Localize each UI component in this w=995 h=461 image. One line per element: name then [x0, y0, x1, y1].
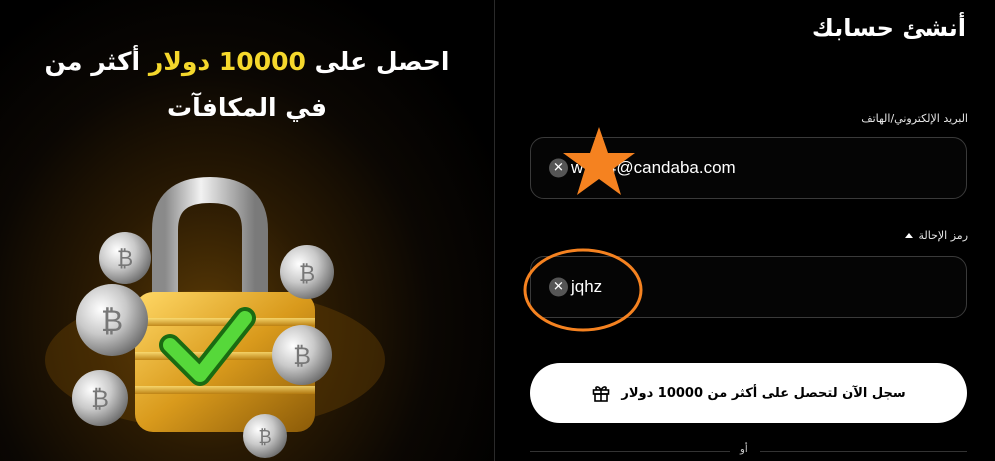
bitcoin-coin: ₿	[272, 325, 332, 385]
padlock-illustration: ₿ ₿ ₿ ₿ ₿ ₿	[45, 176, 385, 458]
email-field[interactable]: ✕ w 424@candaba.com	[530, 137, 967, 199]
bitcoin-coin: ₿	[72, 370, 128, 426]
bitcoin-coin: ₿	[99, 232, 151, 284]
referral-toggle[interactable]: رمز الإحالة	[904, 229, 969, 242]
divider-line-right	[760, 451, 967, 452]
referral-code-field[interactable]: ✕ jqhz	[530, 256, 967, 318]
signup-button[interactable]: سجل الآن لتحصل على أكثر من 10000 دولار	[530, 363, 967, 423]
bitcoin-coin: ₿	[280, 245, 334, 299]
signup-button-label: سجل الآن لتحصل على أكثر من 10000 دولار	[621, 385, 906, 401]
caret-up-icon	[904, 233, 913, 238]
svg-text:₿: ₿	[299, 262, 315, 287]
referral-label: رمز الإحالة	[918, 229, 969, 242]
or-separator: أو	[740, 444, 748, 455]
bitcoin-coin: ₿	[76, 284, 148, 356]
svg-text:₿: ₿	[117, 247, 133, 272]
gift-icon	[593, 386, 610, 402]
svg-text:₿: ₿	[91, 385, 109, 413]
panel-divider	[494, 0, 495, 461]
svg-text:₿: ₿	[101, 304, 123, 339]
close-icon[interactable]: ✕	[549, 277, 568, 297]
svg-text:₿: ₿	[258, 427, 271, 448]
bitcoin-coin: ₿	[243, 414, 287, 458]
close-icon[interactable]: ✕	[549, 158, 568, 178]
svg-text:₿: ₿	[293, 342, 311, 370]
referral-value: jqhz	[571, 277, 603, 296]
email-label: البريد الإلكتروني/الهاتف	[861, 112, 968, 125]
page-title: أنشئ حسابك	[811, 14, 966, 42]
email-value: w 424@candaba.com	[571, 158, 736, 177]
promo-panel: احصل على 10000 دولار أكثر من في المكافآت	[0, 0, 494, 461]
divider-line-left	[530, 451, 730, 452]
